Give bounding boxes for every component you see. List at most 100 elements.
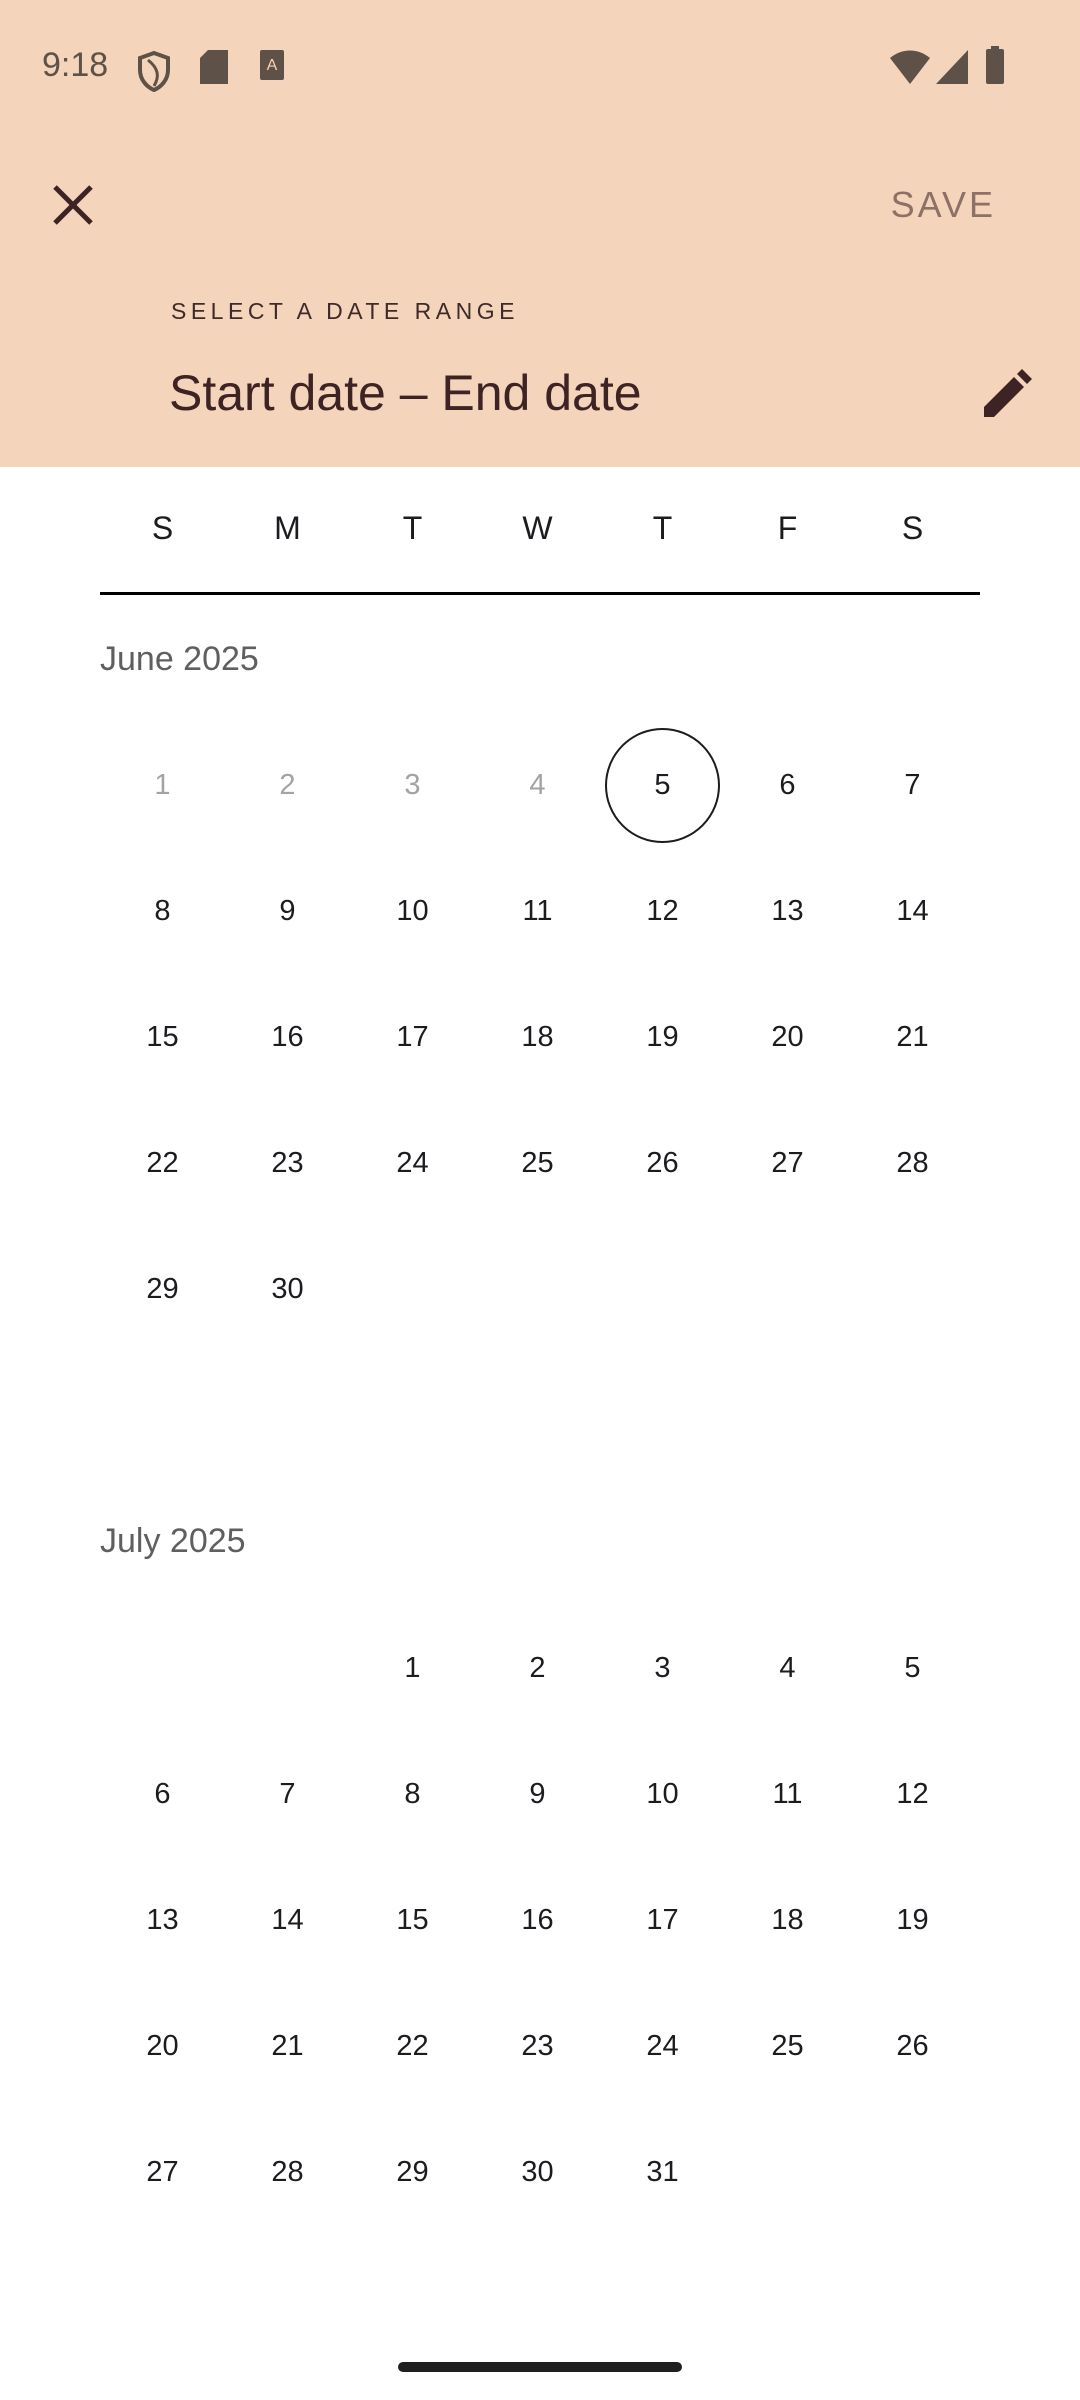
day-cell[interactable]: 27 (100, 2109, 225, 2235)
day-cell[interactable]: 17 (350, 974, 475, 1100)
day-cell[interactable]: 11 (475, 848, 600, 974)
day-cell[interactable]: 21 (225, 1983, 350, 2109)
day-cell[interactable]: 19 (600, 974, 725, 1100)
day-number: 15 (146, 1020, 179, 1053)
day-cell[interactable]: 14 (850, 848, 975, 974)
day-cell[interactable]: 10 (600, 1731, 725, 1857)
day-cell[interactable]: 26 (600, 1100, 725, 1226)
close-icon[interactable] (43, 175, 103, 235)
day-number: 7 (904, 768, 921, 801)
day-cell[interactable]: 28 (225, 2109, 350, 2235)
day-number: 25 (771, 2029, 804, 2062)
day-cell[interactable]: 7 (850, 722, 975, 848)
day-number: 7 (279, 1777, 296, 1810)
day-cell[interactable]: 11 (725, 1731, 850, 1857)
day-cell[interactable]: 16 (475, 1857, 600, 1983)
day-cell[interactable]: 22 (100, 1100, 225, 1226)
shield-icon (138, 50, 170, 92)
day-number: 14 (896, 894, 929, 927)
day-number: 22 (396, 2029, 429, 2062)
day-number: 17 (396, 1020, 429, 1053)
day-cell[interactable]: 18 (475, 974, 600, 1100)
day-cell[interactable]: 13 (725, 848, 850, 974)
day-cell[interactable]: 12 (600, 848, 725, 974)
day-cell: 2 (225, 722, 350, 848)
day-cell[interactable]: 7 (225, 1731, 350, 1857)
day-cell[interactable]: 30 (225, 1226, 350, 1352)
day-number: 26 (646, 1146, 679, 1179)
day-cell[interactable]: 2 (475, 1605, 600, 1731)
day-cell[interactable]: 24 (600, 1983, 725, 2109)
day-cell[interactable]: 10 (350, 848, 475, 974)
day-cell[interactable]: 9 (475, 1731, 600, 1857)
day-cell[interactable]: 13 (100, 1857, 225, 1983)
day-cell[interactable]: 6 (100, 1731, 225, 1857)
day-number: 27 (146, 2155, 179, 2188)
day-number: 15 (396, 1903, 429, 1936)
day-cell[interactable]: 23 (475, 1983, 600, 2109)
day-cell[interactable]: 22 (350, 1983, 475, 2109)
day-cell[interactable]: 28 (850, 1100, 975, 1226)
day-cell[interactable]: 14 (225, 1857, 350, 1983)
day-cell[interactable]: 8 (100, 848, 225, 974)
day-cell[interactable]: 19 (850, 1857, 975, 1983)
day-cell[interactable]: 29 (100, 1226, 225, 1352)
day-number: 14 (271, 1903, 304, 1936)
day-cell[interactable]: 31 (600, 2109, 725, 2235)
day-cell[interactable]: 20 (725, 974, 850, 1100)
day-number: 10 (396, 894, 429, 927)
day-number: 30 (271, 1272, 304, 1305)
day-cell[interactable]: 20 (100, 1983, 225, 2109)
weekday-label: S (151, 510, 174, 546)
day-number: 20 (771, 1020, 804, 1053)
day-cell[interactable]: 12 (850, 1731, 975, 1857)
day-cell[interactable]: 17 (600, 1857, 725, 1983)
day-cell[interactable]: 27 (725, 1100, 850, 1226)
month-label: July 2025 (100, 1522, 246, 1560)
day-cell[interactable]: 15 (350, 1857, 475, 1983)
day-number: 20 (146, 2029, 179, 2062)
day-number: 29 (396, 2155, 429, 2188)
day-cell[interactable]: 26 (850, 1983, 975, 2109)
day-cell[interactable]: 15 (100, 974, 225, 1100)
day-cell[interactable]: 18 (725, 1857, 850, 1983)
day-number: 6 (779, 768, 796, 801)
day-cell[interactable]: 6 (725, 722, 850, 848)
save-button[interactable]: SAVE (891, 184, 996, 226)
day-cell[interactable]: 29 (350, 2109, 475, 2235)
day-number: 2 (279, 768, 296, 801)
day-number: 23 (271, 1146, 304, 1179)
day-cell[interactable]: 16 (225, 974, 350, 1100)
day-number: 17 (646, 1903, 679, 1936)
day-cell[interactable]: 23 (225, 1100, 350, 1226)
day-number: 28 (896, 1146, 929, 1179)
day-cell[interactable]: 4 (725, 1605, 850, 1731)
day-cell[interactable]: 30 (475, 2109, 600, 2235)
day-cell[interactable]: 9 (225, 848, 350, 974)
day-number: 21 (896, 1020, 929, 1053)
day-cell[interactable]: 24 (350, 1100, 475, 1226)
day-number: 8 (154, 894, 171, 927)
day-cell[interactable]: 1 (350, 1605, 475, 1731)
header-overline: SELECT A DATE RANGE (171, 298, 519, 324)
day-cell[interactable]: 3 (600, 1605, 725, 1731)
day-number: 29 (146, 1272, 179, 1305)
day-cell[interactable]: 8 (350, 1731, 475, 1857)
day-number: 1 (404, 1651, 421, 1684)
selected-range-title: Start date – End date (169, 365, 642, 421)
day-cell[interactable]: 21 (850, 974, 975, 1100)
day-cell[interactable]: 25 (475, 1100, 600, 1226)
day-number: 13 (771, 894, 804, 927)
day-cell-today[interactable]: 5 (600, 722, 725, 848)
day-number: 21 (271, 2029, 304, 2062)
signal-icon (936, 50, 968, 84)
day-number: 31 (646, 2155, 679, 2188)
gesture-nav-handle[interactable] (398, 2362, 682, 2372)
svg-text:A: A (267, 57, 278, 74)
date-picker-header: 9:18 A SAVE SELECT A DATE RANGE Start da… (0, 0, 1080, 467)
pencil-icon[interactable] (976, 365, 1036, 425)
day-cell[interactable]: 5 (850, 1605, 975, 1731)
day-number: 8 (404, 1777, 421, 1810)
day-cell[interactable]: 25 (725, 1983, 850, 2109)
battery-icon (986, 46, 1004, 84)
